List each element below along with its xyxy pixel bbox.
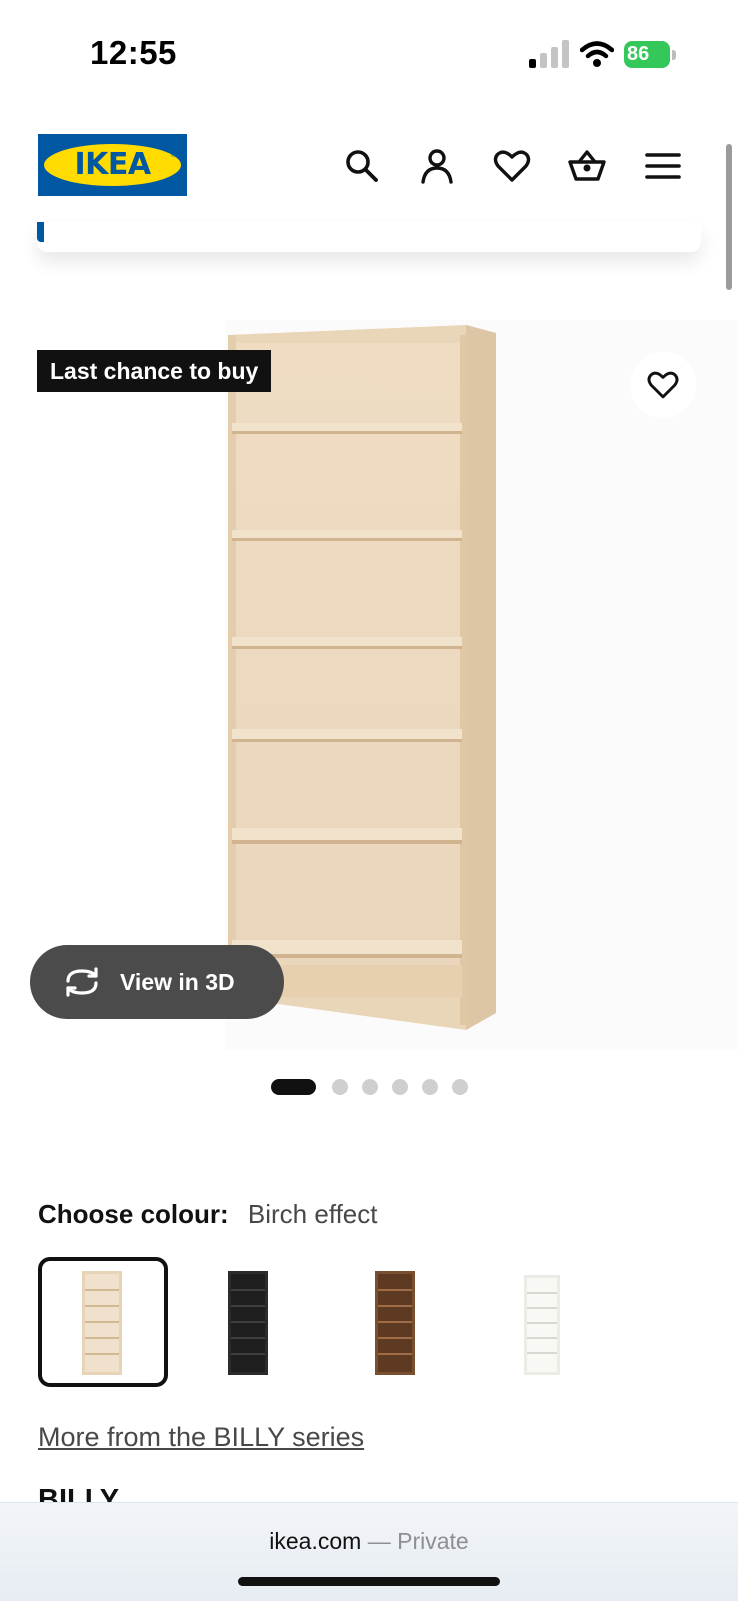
search-icon[interactable] (342, 146, 382, 186)
white-bookcase-thumbnail (524, 1275, 560, 1375)
colour-swatch-black[interactable] (188, 1257, 318, 1387)
promo-stripe (37, 222, 44, 242)
last-chance-badge: Last chance to buy (37, 350, 272, 392)
favourites-icon[interactable] (492, 146, 532, 186)
pagination-dot-active[interactable] (271, 1079, 316, 1095)
rotate-3d-icon (66, 967, 98, 997)
pagination-dot[interactable] (332, 1079, 348, 1095)
ikea-logo[interactable]: IKEA ® (38, 134, 187, 196)
status-bar: 12:55 86 (0, 0, 738, 100)
choose-colour-label: Choose colour: (38, 1199, 229, 1229)
logo-registered-mark: ® (171, 152, 177, 159)
colour-swatch-white[interactable] (478, 1257, 608, 1387)
battery-cap (672, 50, 676, 60)
pagination-dot[interactable] (422, 1079, 438, 1095)
colour-chooser-heading: Choose colour: Birch effect (38, 1197, 378, 1231)
browser-address-bar[interactable]: ikea.com — Private (0, 1502, 738, 1601)
birch-bookcase-thumbnail (82, 1271, 122, 1375)
black-bookcase-thumbnail (228, 1271, 268, 1375)
brown-bookcase-thumbnail (375, 1271, 415, 1375)
menu-icon[interactable] (643, 146, 683, 186)
add-to-favourites-button[interactable] (630, 352, 696, 418)
pagination-dot[interactable] (452, 1079, 468, 1095)
logo-text: IKEA (74, 147, 151, 182)
heart-icon (647, 371, 679, 399)
cellular-signal-icon (529, 40, 569, 68)
site-header: IKEA ® (0, 112, 738, 220)
browsing-mode: — Private (361, 1528, 469, 1554)
battery-charging-icon: 86 (624, 41, 676, 68)
promo-banner (37, 222, 701, 252)
url-display[interactable]: ikea.com — Private (0, 1526, 738, 1556)
basket-icon[interactable] (567, 146, 607, 186)
battery-level: 86 (624, 41, 670, 68)
home-indicator (238, 1577, 500, 1586)
colour-swatch-birch[interactable] (38, 1257, 168, 1387)
pagination-dot[interactable] (362, 1079, 378, 1095)
view-in-3d-button[interactable]: View in 3D (30, 945, 284, 1019)
view-in-3d-label: View in 3D (120, 969, 235, 995)
account-icon[interactable] (417, 146, 457, 186)
selected-colour-value: Birch effect (247, 1199, 378, 1229)
status-time: 12:55 (90, 34, 177, 71)
url-domain: ikea.com (269, 1528, 362, 1554)
wifi-icon (580, 41, 614, 67)
bookcase-product-image (228, 325, 496, 1030)
pagination-dot[interactable] (392, 1079, 408, 1095)
more-from-series-link[interactable]: More from the BILLY series (38, 1419, 364, 1455)
product-gallery[interactable]: Last chance to buy View in 3D (0, 300, 738, 1070)
colour-swatch-brown[interactable] (332, 1257, 462, 1387)
page-scrollbar[interactable] (726, 144, 732, 290)
